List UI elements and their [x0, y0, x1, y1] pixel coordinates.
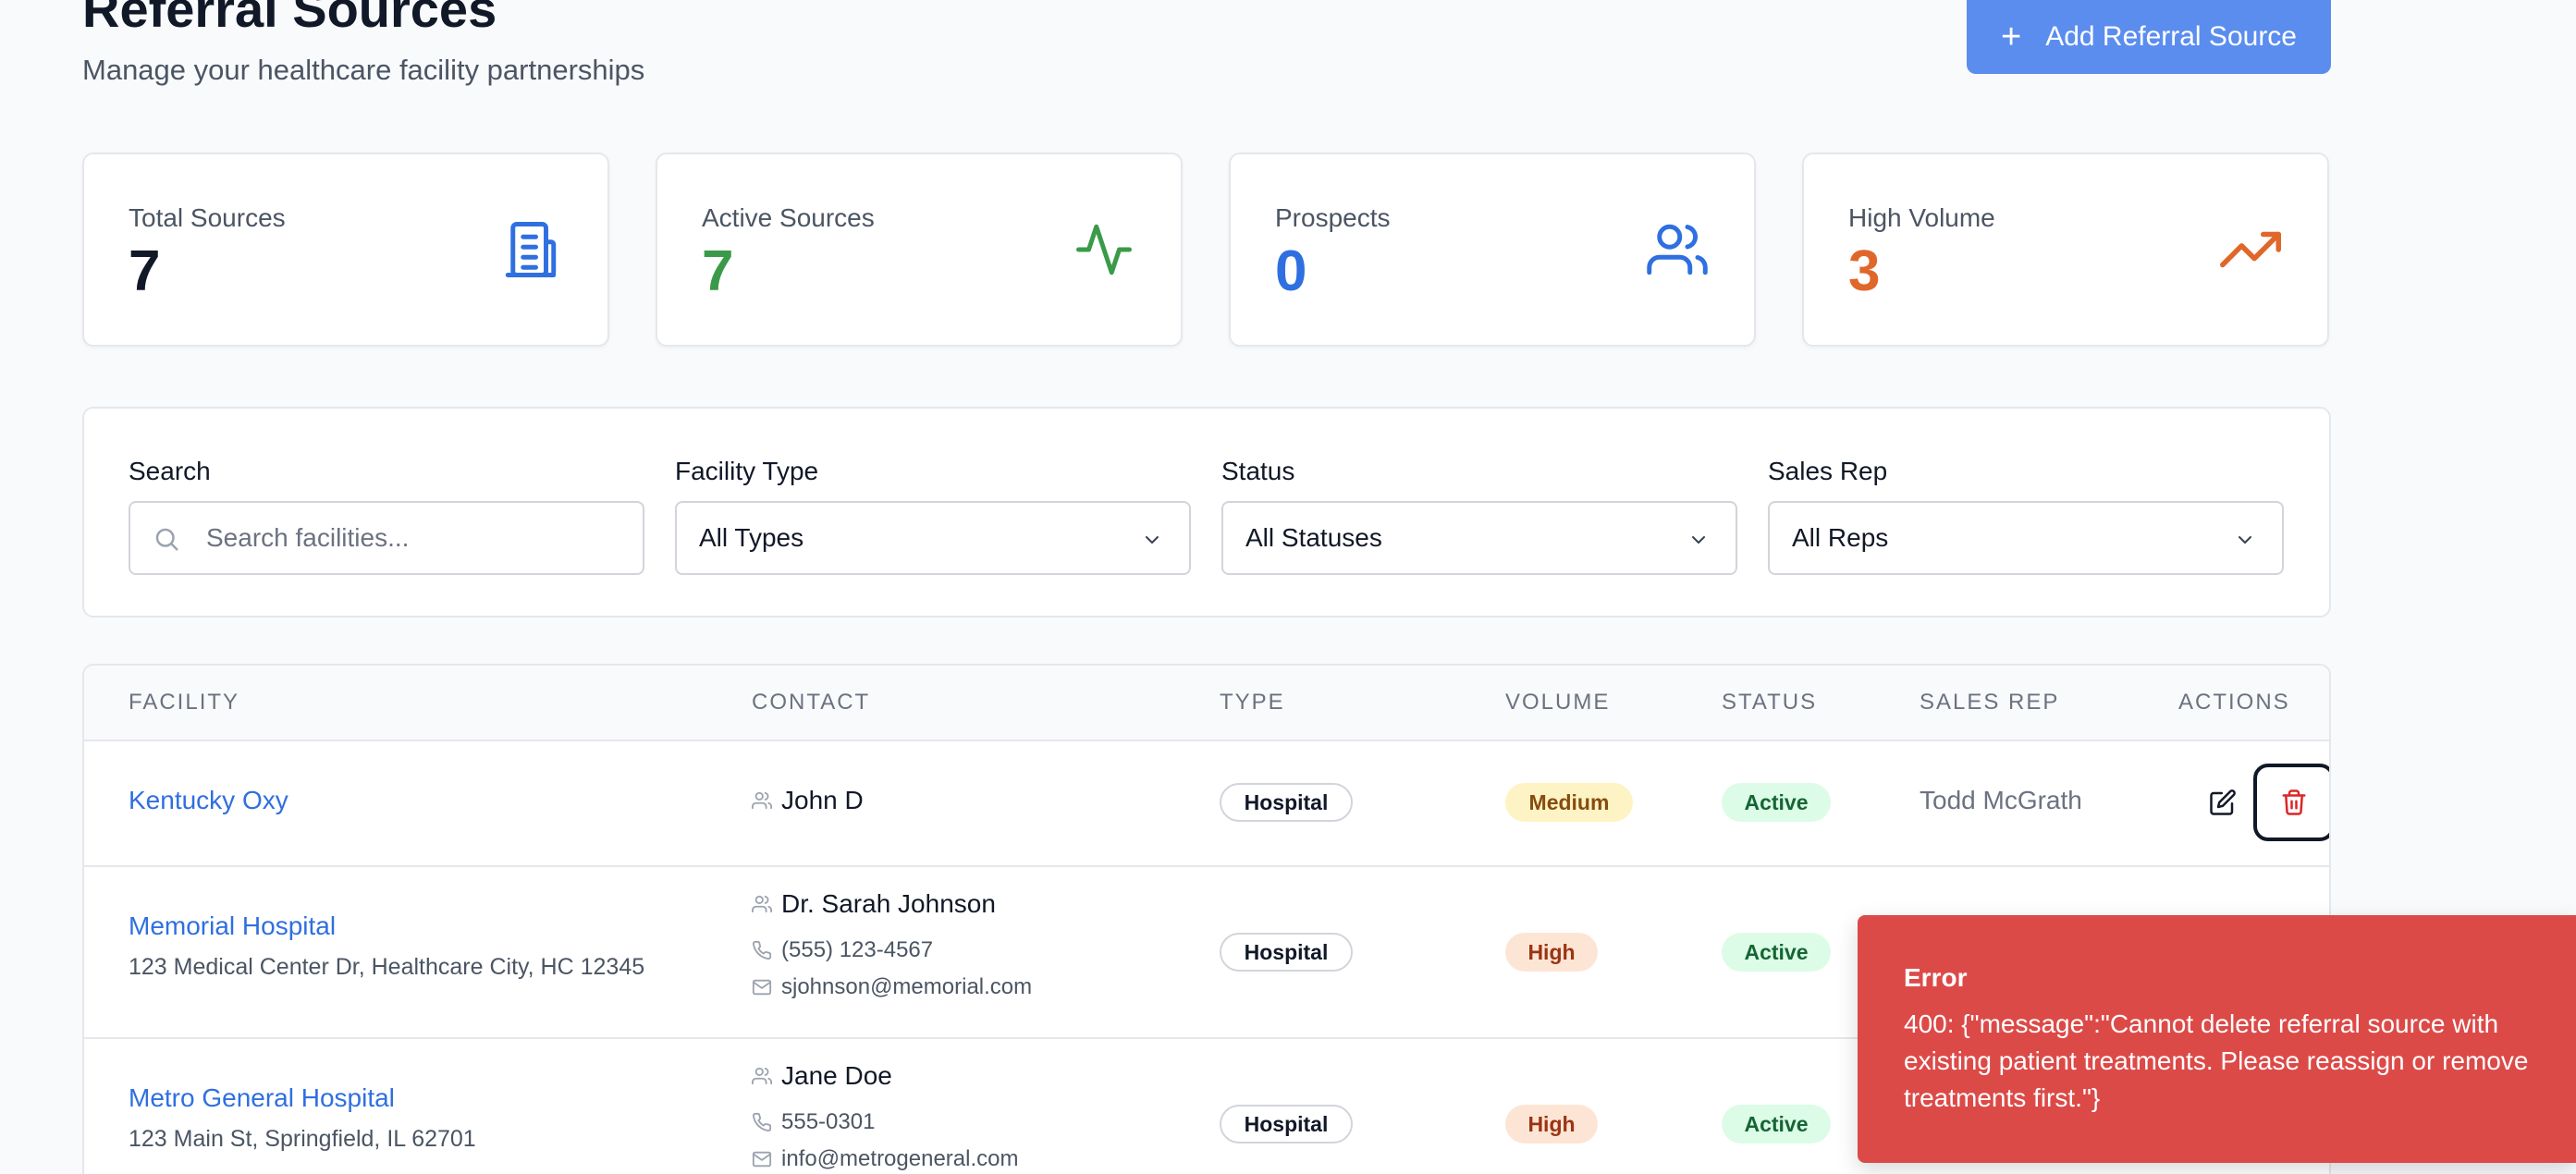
type-badge: Hospital	[1220, 1105, 1353, 1143]
status-filter: Status All Statuses	[1221, 457, 1737, 575]
edit-button[interactable]	[2202, 781, 2244, 824]
edit-icon	[2210, 789, 2236, 815]
stat-value: 3	[1848, 239, 1881, 303]
table-row: Kentucky Oxy John D Hospital Medium Acti…	[84, 740, 2329, 867]
stat-value: 7	[129, 239, 161, 303]
user-icon	[752, 1067, 772, 1085]
contact-phone-text: 555-0301	[781, 1109, 876, 1134]
sales-rep-value: All Reps	[1792, 523, 1889, 552]
column-header-actions: ACTIONS	[2178, 690, 2290, 715]
sales-rep-select[interactable]: All Reps	[1768, 501, 2284, 575]
type-badge: Hospital	[1220, 933, 1353, 972]
stat-label: Prospects	[1275, 203, 1391, 232]
stat-label: High Volume	[1848, 203, 1995, 232]
facility-type-select[interactable]: All Types	[675, 501, 1191, 575]
status-label: Status	[1221, 457, 1295, 485]
column-header-contact: CONTACT	[752, 690, 871, 715]
facility-address: 123 Main St, Springfield, IL 62701	[129, 1126, 476, 1152]
chevron-down-icon	[1141, 529, 1163, 551]
trending-up-icon	[2220, 219, 2281, 280]
activity-icon	[1073, 219, 1135, 280]
stat-card-active-sources: Active Sources 7	[656, 153, 1183, 347]
table-header: FACILITY CONTACT TYPE VOLUME STATUS SALE…	[84, 666, 2329, 741]
status-value: All Statuses	[1245, 523, 1382, 552]
building-icon	[500, 219, 561, 280]
status-badge: Active	[1722, 933, 1831, 972]
sales-rep-name: Todd McGrath	[1920, 786, 2082, 814]
column-header-status: STATUS	[1722, 690, 1818, 715]
status-badge: Active	[1722, 783, 1831, 822]
user-icon	[752, 895, 772, 913]
mail-icon	[752, 1151, 772, 1168]
stat-value: 0	[1275, 239, 1307, 303]
chevron-down-icon	[1687, 529, 1710, 551]
phone-icon	[753, 940, 772, 960]
search-icon	[153, 525, 180, 553]
status-badge: Active	[1722, 1105, 1831, 1143]
contact-phone: (555) 123-4567	[752, 937, 933, 963]
column-header-sales-rep: SALES REP	[1920, 690, 2060, 715]
status-select[interactable]: All Statuses	[1221, 501, 1737, 575]
stat-label: Active Sources	[702, 203, 875, 232]
contact-person: Jane Doe	[752, 1061, 892, 1091]
facility-type-value: All Types	[699, 523, 804, 552]
plus-icon: +	[2000, 18, 2022, 56]
contact-phone-text: (555) 123-4567	[781, 937, 934, 962]
search-label: Search	[129, 457, 211, 485]
facility-link[interactable]: Memorial Hospital	[129, 911, 336, 941]
mail-icon	[752, 979, 772, 996]
stat-value: 7	[702, 239, 734, 303]
trash-icon	[2282, 789, 2306, 815]
chevron-down-icon	[2234, 529, 2256, 551]
contact-person: Dr. Sarah Johnson	[752, 889, 996, 919]
type-badge: Hospital	[1220, 783, 1353, 822]
toast-title: Error	[1904, 963, 1968, 992]
facility-link[interactable]: Metro General Hospital	[129, 1083, 395, 1113]
users-icon	[1647, 219, 1708, 280]
add-referral-source-button[interactable]: + Add Referral Source	[1967, 0, 2331, 74]
column-header-type: TYPE	[1220, 690, 1285, 715]
contact-email-text: info@metrogeneral.com	[781, 1146, 1019, 1171]
add-referral-source-label: Add Referral Source	[2045, 21, 2297, 52]
error-toast[interactable]: Error 400: {"message":"Cannot delete ref…	[1858, 915, 2576, 1163]
contact-email: info@metrogeneral.com	[752, 1146, 1018, 1172]
volume-badge: Medium	[1505, 783, 1633, 822]
search-input[interactable]	[204, 522, 615, 554]
page-title: Referral Sources	[82, 0, 497, 38]
facility-address: 123 Medical Center Dr, Healthcare City, …	[129, 954, 645, 980]
volume-badge: High	[1505, 1105, 1598, 1143]
delete-button[interactable]	[2253, 764, 2329, 841]
contact-phone: 555-0301	[752, 1109, 875, 1135]
facility-type-label: Facility Type	[675, 457, 819, 485]
stat-label: Total Sources	[129, 203, 286, 232]
contact-name: Dr. Sarah Johnson	[781, 889, 996, 918]
phone-icon	[753, 1112, 772, 1131]
toast-message: 400: {"message":"Cannot delete referral …	[1904, 1009, 2529, 1112]
facility-link[interactable]: Kentucky Oxy	[129, 786, 288, 815]
contact-email: sjohnson@memorial.com	[752, 974, 1032, 1000]
stat-card-high-volume: High Volume 3	[1802, 153, 2329, 347]
contact-name: John D	[781, 786, 864, 814]
page-subtitle: Manage your healthcare facility partners…	[82, 54, 645, 86]
stat-card-total-sources: Total Sources 7	[82, 153, 609, 347]
contact-person: John D	[752, 786, 864, 815]
filters-panel: Search Facility Type All Types	[82, 407, 2331, 618]
search-filter: Search	[129, 457, 644, 575]
user-icon	[752, 791, 772, 810]
contact-email-text: sjohnson@memorial.com	[781, 974, 1033, 999]
page: Referral Sources Manage your healthcare …	[0, 0, 2576, 1174]
stat-card-prospects: Prospects 0	[1229, 153, 1756, 347]
search-box[interactable]	[129, 501, 644, 575]
column-header-facility: FACILITY	[129, 690, 240, 715]
sales-rep-filter: Sales Rep All Reps	[1768, 457, 2284, 575]
column-header-volume: VOLUME	[1505, 690, 1611, 715]
facility-type-filter: Facility Type All Types	[675, 457, 1191, 575]
volume-badge: High	[1505, 933, 1598, 972]
sales-rep-label: Sales Rep	[1768, 457, 1888, 485]
contact-name: Jane Doe	[781, 1061, 892, 1090]
